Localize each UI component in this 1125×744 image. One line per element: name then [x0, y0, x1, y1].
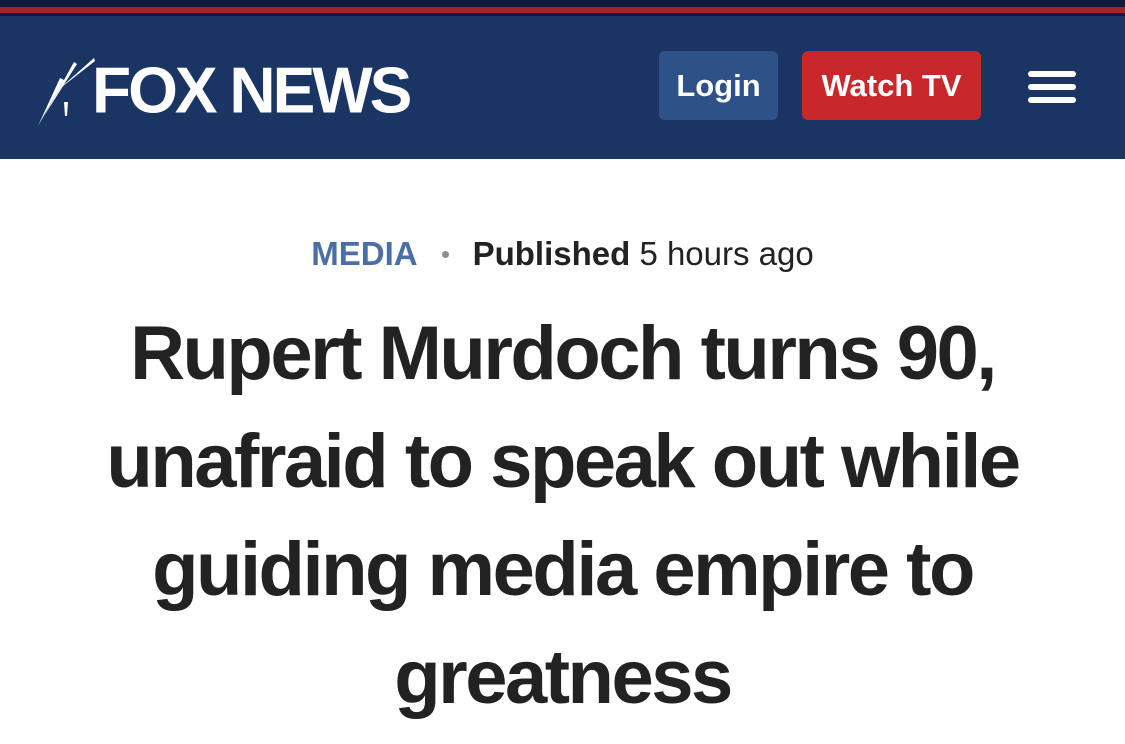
- published-label: Published: [472, 235, 631, 272]
- logo-text: FOX NEWS: [92, 53, 412, 127]
- fox-news-logo[interactable]: FOX NEWS: [34, 50, 424, 130]
- menu-bar: [1028, 71, 1076, 77]
- menu-bar: [1028, 97, 1076, 103]
- hamburger-menu-icon[interactable]: [1020, 68, 1084, 108]
- top-accent-stripe: [0, 0, 1125, 16]
- watch-tv-button[interactable]: Watch TV: [802, 51, 981, 120]
- top-accent-red-line: [0, 7, 1125, 13]
- article-headline: Rupert Murdoch turns 90, unafraid to spe…: [106, 311, 1021, 720]
- fox-searchlight-icon: [38, 58, 95, 126]
- category-link[interactable]: MEDIA: [311, 235, 417, 272]
- published-time: 5 hours ago: [639, 235, 814, 272]
- site-header: FOX NEWS Login Watch TV: [0, 16, 1125, 159]
- menu-bar: [1028, 84, 1076, 90]
- separator-dot: [441, 250, 449, 258]
- login-button[interactable]: Login: [659, 51, 778, 120]
- article-meta: MEDIA Published 5 hours ago: [0, 232, 1125, 276]
